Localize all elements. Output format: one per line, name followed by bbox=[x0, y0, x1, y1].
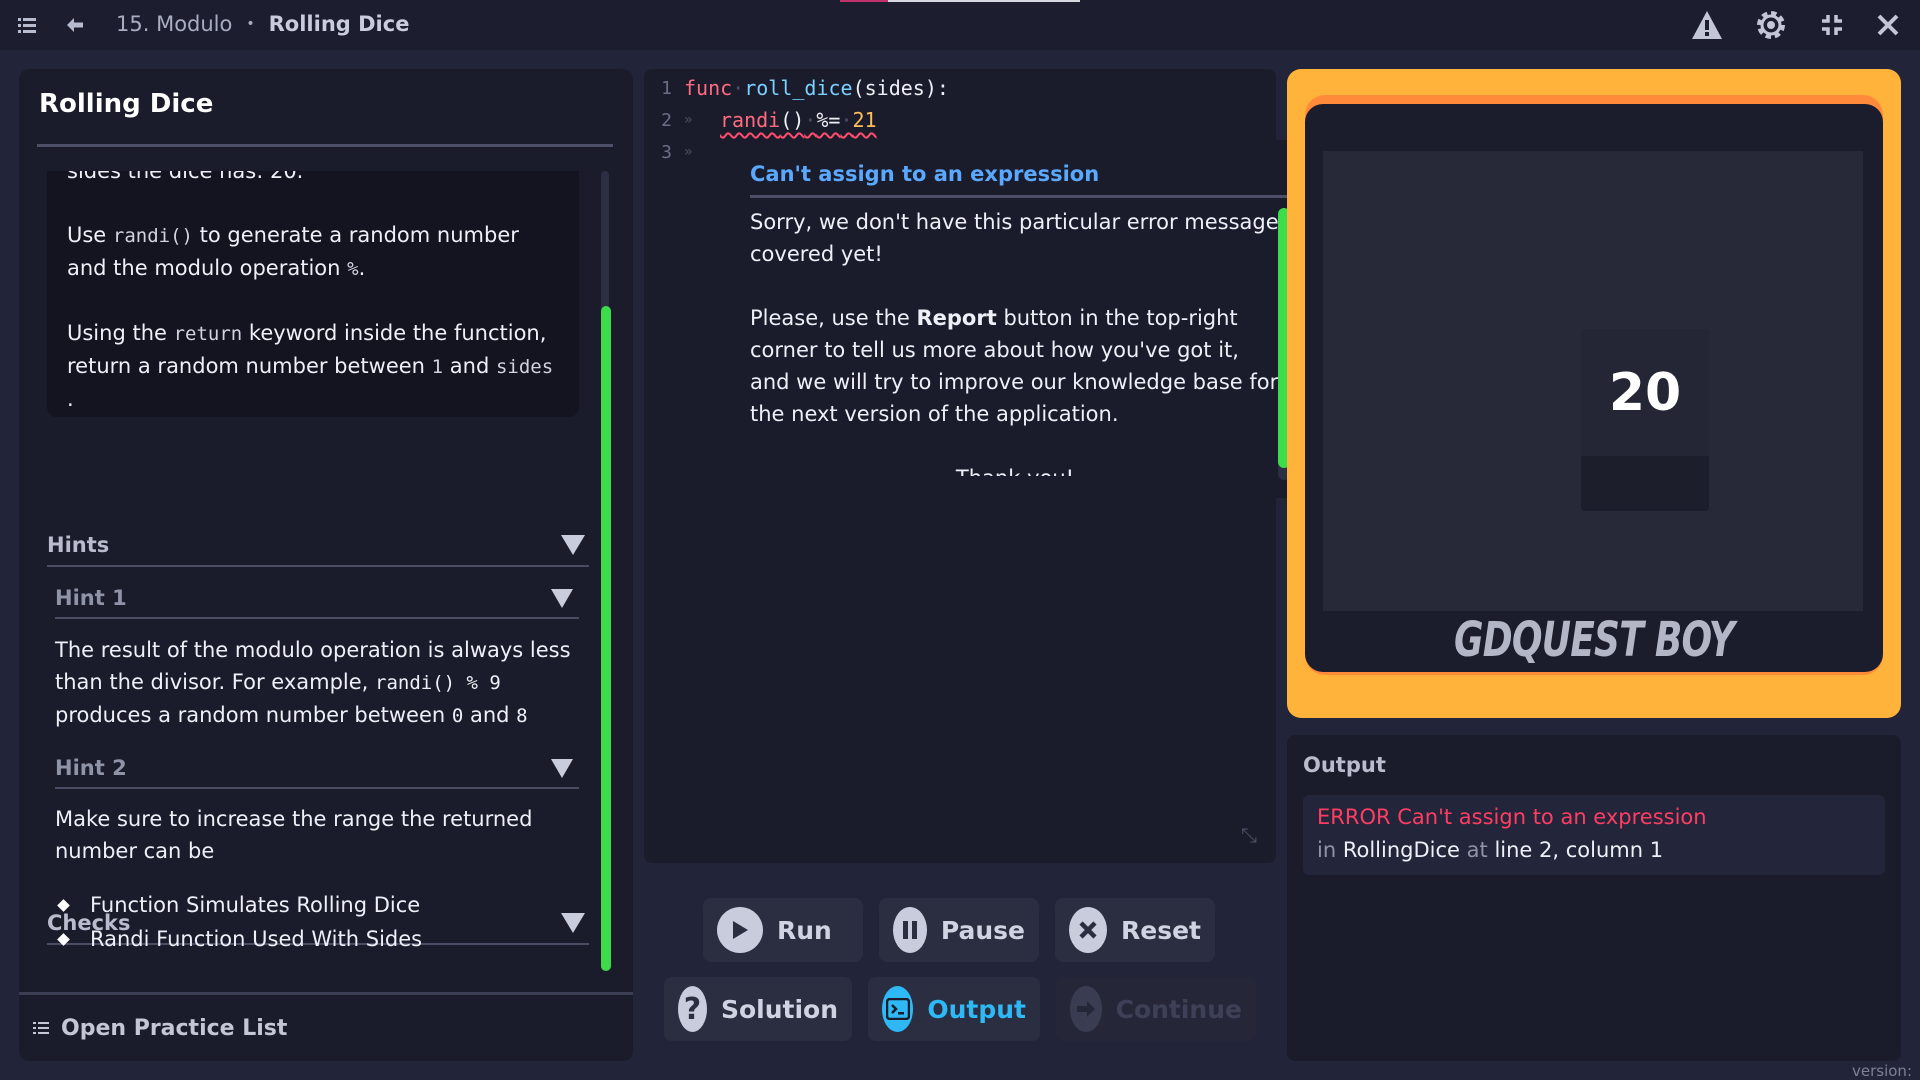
back-arrow-icon[interactable] bbox=[58, 8, 92, 42]
practice-list-label: Open Practice List bbox=[61, 1015, 288, 1041]
scrollbar-thumb[interactable] bbox=[601, 306, 611, 971]
dice: 20 bbox=[1581, 329, 1709, 511]
code-line-2[interactable]: 2 » randi() · %= · 21 bbox=[644, 104, 876, 136]
title-divider bbox=[37, 144, 613, 147]
hint-2-body: Make sure to increase the range the retu… bbox=[55, 807, 533, 863]
reset-button[interactable]: Reset bbox=[1055, 898, 1215, 962]
pause-label: Pause bbox=[940, 915, 1025, 945]
terminal-icon bbox=[882, 986, 914, 1032]
breadcrumb-parent[interactable]: 15. Modulo bbox=[116, 12, 232, 36]
tab-marker: » bbox=[684, 112, 693, 128]
output-button[interactable]: Output bbox=[868, 977, 1040, 1041]
open-practice-list-button[interactable]: Open Practice List bbox=[19, 992, 633, 1061]
run-button[interactable]: Run bbox=[703, 898, 863, 962]
code-line-1[interactable]: 1 func · roll_dice (sides): bbox=[644, 72, 949, 104]
error-explanation-popup: Can't assign to an expression Sorry, we … bbox=[728, 140, 1308, 498]
check-item: Randi Function Used With Sides bbox=[55, 927, 422, 951]
menu-icon[interactable] bbox=[10, 8, 44, 42]
breadcrumb-separator: • bbox=[246, 16, 255, 32]
hint-2-label: Hint 2 bbox=[55, 756, 127, 780]
lesson-title: Rolling Dice bbox=[39, 89, 214, 119]
reset-label: Reset bbox=[1121, 915, 1201, 945]
hint-1-label: Hint 1 bbox=[55, 586, 127, 610]
arrow-right-icon bbox=[1070, 986, 1102, 1032]
warning-icon[interactable] bbox=[1690, 8, 1724, 42]
function-call-error: randi bbox=[720, 108, 781, 132]
error-title: Can't assign to an expression bbox=[750, 162, 1100, 186]
instructions-box: sides the dice has: 20. Use randi() to g… bbox=[47, 171, 579, 417]
play-icon bbox=[717, 907, 763, 953]
lesson-panel: Rolling Dice sides the dice has: 20. Use… bbox=[19, 69, 633, 1061]
line-number: 1 bbox=[661, 77, 672, 99]
error-paragraph: Sorry, we don't have this particular err… bbox=[750, 210, 1279, 266]
collapse-triangle-icon[interactable] bbox=[561, 535, 585, 555]
check-item: Function Simulates Rolling Dice bbox=[55, 893, 420, 917]
pause-button[interactable]: Pause bbox=[879, 898, 1039, 962]
error-body: Sorry, we don't have this particular err… bbox=[750, 206, 1280, 476]
close-icon[interactable] bbox=[1871, 8, 1905, 42]
version-label: version: bbox=[1852, 1062, 1912, 1080]
run-label: Run bbox=[777, 915, 832, 945]
continue-button[interactable]: Continue bbox=[1056, 977, 1256, 1041]
solution-button[interactable]: ? Solution bbox=[664, 977, 852, 1041]
pause-icon bbox=[893, 907, 927, 953]
dice-value: 20 bbox=[1581, 329, 1709, 456]
collapse-triangle-icon[interactable] bbox=[551, 588, 573, 608]
line-number: 2 bbox=[661, 109, 672, 131]
hint-1-body: The result of the modulo operation is al… bbox=[55, 638, 571, 727]
instructions-paragraph-1: Use randi() to generate a random number … bbox=[67, 223, 519, 280]
output-panel: Output ERROR Can't assign to an expressi… bbox=[1287, 735, 1901, 1061]
error-paragraph: Please, use the Report button in the top… bbox=[750, 306, 1279, 426]
collapse-triangle-icon[interactable] bbox=[551, 758, 573, 778]
lesson-progress-bar bbox=[840, 0, 1080, 2]
output-log: ERROR Can't assign to an expression in R… bbox=[1303, 795, 1885, 875]
breadcrumb-current: Rolling Dice bbox=[268, 12, 410, 36]
console-brand-logo: GDQUEST BOY bbox=[1453, 612, 1735, 668]
line-number: 3 bbox=[661, 141, 672, 163]
solution-label: Solution bbox=[720, 994, 838, 1024]
continue-label: Continue bbox=[1115, 994, 1242, 1024]
code-line-3[interactable]: 3 » bbox=[644, 136, 720, 168]
top-bar: 15. Modulo • Rolling Dice bbox=[0, 0, 1920, 50]
bullet-diamond-icon bbox=[57, 932, 70, 946]
fullscreen-icon[interactable] bbox=[1815, 8, 1849, 42]
gear-icon[interactable] bbox=[1754, 8, 1788, 42]
output-label: Output bbox=[927, 994, 1026, 1024]
instructions-partial-line: sides the dice has: 20. bbox=[67, 171, 304, 183]
code-text: (sides): bbox=[852, 76, 949, 100]
hint-2-header[interactable]: Hint 2 bbox=[55, 749, 579, 789]
error-divider bbox=[750, 195, 1290, 198]
error-location[interactable]: in RollingDice at line 2, column 1 bbox=[1317, 834, 1871, 867]
resize-handle-icon[interactable]: ⤡ bbox=[1241, 823, 1257, 847]
hints-label: Hints bbox=[47, 533, 110, 557]
keyword: func bbox=[684, 76, 733, 100]
question-mark-icon: ? bbox=[678, 986, 707, 1032]
collapse-triangle-icon[interactable] bbox=[561, 913, 585, 933]
list-icon bbox=[33, 1022, 49, 1034]
tab-marker: » bbox=[684, 144, 693, 160]
bullet-diamond-icon bbox=[57, 898, 70, 912]
breadcrumb: 15. Modulo • Rolling Dice bbox=[116, 12, 409, 36]
reset-x-icon bbox=[1069, 907, 1107, 953]
hint-1-header[interactable]: Hint 1 bbox=[55, 579, 579, 619]
error-line: ERROR Can't assign to an expression bbox=[1317, 805, 1707, 829]
error-thanks: Thank you! bbox=[750, 462, 1280, 476]
hints-header[interactable]: Hints bbox=[47, 525, 589, 567]
instructions-paragraph-2: Using the return keyword inside the func… bbox=[67, 321, 554, 411]
function-name: roll_dice bbox=[744, 76, 853, 100]
output-title: Output bbox=[1303, 753, 1386, 777]
